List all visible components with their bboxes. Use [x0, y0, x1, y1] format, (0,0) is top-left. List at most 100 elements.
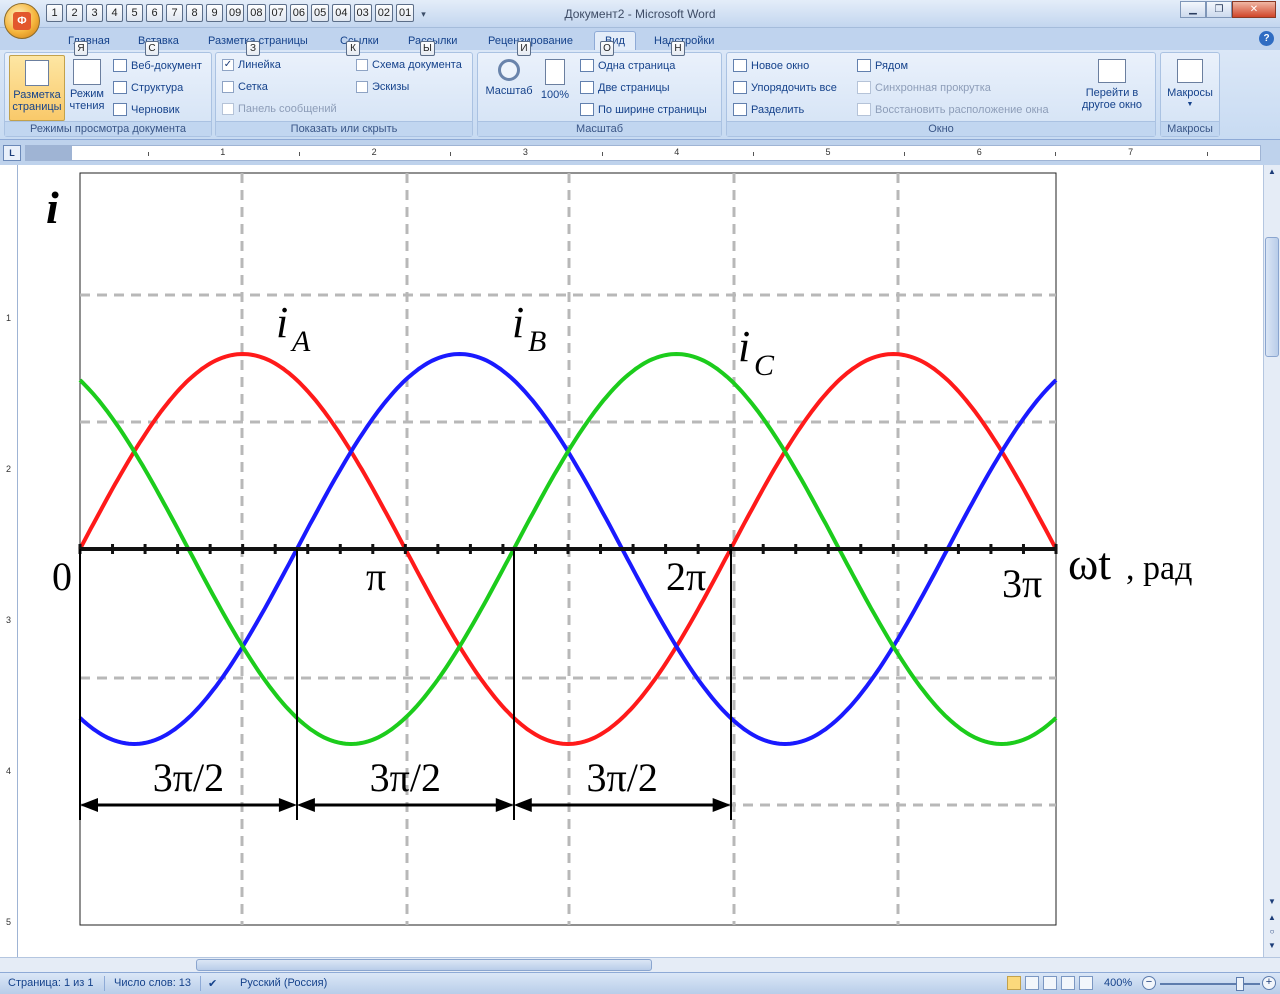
window-controls: ▁ ❐ ✕ — [1180, 1, 1276, 18]
keytip: О — [600, 41, 614, 56]
horizontal-scrollbar[interactable] — [0, 957, 1280, 972]
reset-position-icon — [857, 103, 871, 116]
reading-mode-button[interactable]: Режим чтения — [67, 55, 107, 121]
tab-0[interactable]: Главная — [58, 31, 120, 50]
two-pages-button[interactable]: Две страницы — [580, 81, 670, 94]
zoom-slider-handle[interactable] — [1236, 977, 1244, 991]
keytip: Я — [74, 41, 88, 56]
web-layout-button[interactable]: Веб-документ — [113, 59, 202, 72]
office-button[interactable]: Ф — [4, 3, 40, 39]
vertical-ruler[interactable]: 1 2 3 4 5 — [0, 165, 18, 957]
page-layout-icon — [25, 60, 49, 86]
view-full-reading-icon[interactable] — [1025, 976, 1039, 990]
zoom-100-button[interactable]: 100% — [538, 55, 572, 121]
ruler-number: 4 — [6, 766, 12, 776]
checkbox-checked-icon: ✓ — [222, 59, 234, 71]
ribbon: Разметка страницы Режим чтения Веб-докум… — [0, 50, 1280, 140]
outline-icon — [113, 81, 127, 94]
ruler-tick — [1055, 152, 1057, 156]
arrange-all-icon — [733, 81, 747, 94]
switch-window-button[interactable]: Перейти в другое окно — [1071, 55, 1153, 121]
split-icon — [733, 103, 747, 116]
ruler-number: 4 — [674, 147, 680, 157]
ruler-number: 2 — [371, 147, 377, 157]
group-window: Новое окно Упорядочить все Разделить Ряд… — [726, 52, 1156, 137]
page-layout-button[interactable]: Разметка страницы — [9, 55, 65, 121]
side-by-side-icon — [857, 59, 871, 72]
ruler-number: 5 — [825, 147, 831, 157]
page-count[interactable]: Страница: 1 из 1 — [8, 977, 94, 989]
vertical-scrollbar[interactable]: ▲ ▼ ▲ ○ ▼ — [1263, 165, 1280, 957]
horizontal-scroll-thumb[interactable] — [196, 959, 652, 971]
zoom-in-icon[interactable]: + — [1262, 976, 1276, 990]
view-draft-icon[interactable] — [1079, 976, 1093, 990]
outline-button[interactable]: Структура — [113, 81, 183, 94]
checkbox-icon — [356, 59, 368, 71]
left-margin — [26, 146, 72, 160]
zoom-level[interactable]: 400% — [1104, 977, 1132, 989]
series-label-C: i — [738, 322, 750, 371]
scroll-up-icon[interactable]: ▲ — [1266, 167, 1278, 180]
keytip: Н — [671, 41, 685, 56]
view-outline-icon[interactable] — [1061, 976, 1075, 990]
thumbnails-checkbox[interactable]: Эскизы — [356, 81, 409, 93]
one-page-button[interactable]: Одна страница — [580, 59, 675, 72]
arrow-left-icon — [80, 798, 98, 812]
ruler-number: 1 — [220, 147, 226, 157]
window-title: Документ2 - Microsoft Word — [564, 7, 716, 21]
zoom-out-icon[interactable]: − — [1142, 976, 1156, 990]
view-print-layout-icon[interactable] — [1007, 976, 1021, 990]
side-by-side-button[interactable]: Рядом — [857, 59, 908, 72]
tab-stop-selector[interactable]: L — [3, 145, 21, 161]
draft-button[interactable]: Черновик — [113, 103, 180, 116]
language[interactable]: Русский (Россия) — [240, 977, 327, 989]
previous-page-icon[interactable]: ▲ — [1266, 913, 1278, 926]
ruler-number: 3 — [522, 147, 528, 157]
ruler-number: 3 — [6, 615, 12, 625]
zoom-button[interactable]: Масштаб — [482, 55, 536, 121]
browse-object-icon[interactable]: ○ — [1266, 927, 1278, 940]
one-page-icon — [580, 59, 594, 72]
ruler-number: 6 — [976, 147, 982, 157]
zoom-slider[interactable] — [1160, 983, 1260, 985]
keytip: З — [246, 41, 260, 56]
view-web-layout-icon[interactable] — [1043, 976, 1057, 990]
close-icon[interactable]: ✕ — [1232, 1, 1276, 18]
word-count[interactable]: Число слов: 13 — [114, 977, 191, 989]
document-map-checkbox[interactable]: Схема документа — [356, 59, 462, 71]
vertical-scroll-thumb[interactable] — [1265, 237, 1279, 357]
macros-button[interactable]: Макросы ▼ — [1163, 55, 1217, 121]
arrange-all-button[interactable]: Упорядочить все — [733, 81, 837, 94]
new-window-icon — [733, 59, 747, 72]
macros-icon — [1177, 59, 1203, 83]
minimize-icon[interactable]: ▁ — [1180, 1, 1206, 18]
x-tick-label: 0 — [52, 554, 72, 599]
two-pages-icon — [580, 81, 594, 94]
scroll-down-icon[interactable]: ▼ — [1266, 897, 1278, 910]
group-label: Режимы просмотра документа — [5, 121, 211, 136]
keytip: И — [517, 41, 531, 56]
series-label-sub-B: B — [528, 325, 546, 358]
new-window-button[interactable]: Новое окно — [733, 59, 809, 72]
grid-checkbox[interactable]: Сетка — [222, 81, 268, 93]
ruler-checkbox[interactable]: ✓ Линейка — [222, 59, 281, 71]
x-tick-label: 3π — [1002, 561, 1042, 606]
group-label: Масштаб — [478, 121, 721, 136]
split-button[interactable]: Разделить — [733, 103, 804, 116]
magnifier-icon — [498, 59, 520, 81]
keytip: К — [346, 41, 360, 56]
reading-mode-icon — [73, 59, 101, 85]
restore-icon[interactable]: ❐ — [1206, 1, 1232, 18]
x-tick-label: 2π — [666, 554, 706, 599]
document-page[interactable]: i ωt, рад 0 π 2π 3π i Ai Bi C 3π/2 3π/2 3π/2 — [18, 165, 1263, 957]
next-page-icon[interactable]: ▼ — [1266, 941, 1278, 954]
proofing-icon[interactable]: ✔ — [208, 977, 217, 990]
status-bar: Страница: 1 из 1 Число слов: 13 ✔ Русски… — [0, 972, 1280, 994]
horizontal-ruler[interactable]: 1 2 3 4 5 6 7 — [25, 145, 1261, 161]
title-bar: Ф 1 2 3 4 5 6 7 8 9 09 08 07 06 05 04 03 02 01 ▾ Документ2… — [0, 0, 1280, 39]
ruler-bar: L 1 2 3 4 5 6 7 — [0, 140, 1280, 165]
help-icon[interactable]: ? — [1259, 31, 1274, 46]
page-width-button[interactable]: По ширине страницы — [580, 103, 707, 116]
group-document-views: Разметка страницы Режим чтения Веб-докум… — [4, 52, 212, 137]
series-label-A: i — [276, 298, 288, 347]
